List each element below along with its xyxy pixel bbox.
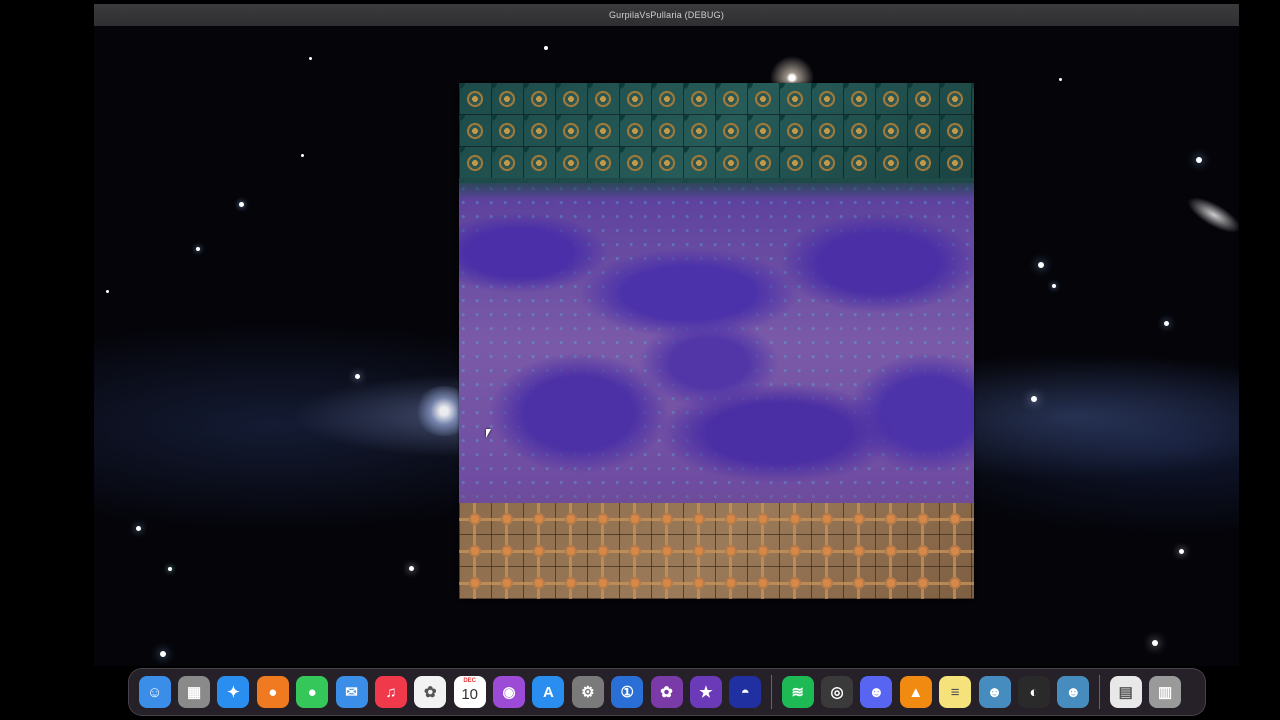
vlc-icon[interactable]: ▲	[899, 676, 932, 708]
obs-icon[interactable]: ◐	[1017, 676, 1050, 708]
star	[309, 57, 312, 60]
star	[239, 202, 244, 207]
spotify-icon[interactable]: ≋	[781, 676, 814, 708]
dock-separator	[1099, 675, 1100, 709]
trash-icon[interactable]: ▥	[1149, 676, 1182, 708]
mouse-cursor	[486, 429, 491, 438]
comet-streak	[1182, 190, 1239, 240]
star	[409, 566, 414, 571]
safari-icon[interactable]: ✦	[217, 676, 250, 708]
calendar-month: DEC	[463, 678, 477, 684]
star	[196, 247, 200, 251]
imovie-icon[interactable]: ★	[689, 676, 722, 708]
game-board[interactable]	[459, 83, 974, 599]
star	[355, 374, 360, 379]
discord-icon[interactable]: ☻	[860, 676, 893, 708]
window-title: GurpilaVsPullaria (DEBUG)	[608, 10, 725, 20]
app-store-icon[interactable]: A	[532, 676, 565, 708]
star	[106, 290, 109, 293]
flower-app-icon[interactable]: ✿	[650, 676, 683, 708]
document-icon[interactable]: ▤	[1109, 676, 1142, 708]
quicktime-icon[interactable]: ◎	[821, 676, 854, 708]
star	[168, 567, 172, 571]
window-titlebar[interactable]: GurpilaVsPullaria (DEBUG)	[94, 4, 1239, 27]
star	[1164, 321, 1169, 326]
godot-running-icon[interactable]: ☻	[1057, 676, 1090, 708]
finder-icon[interactable]: ☺	[138, 676, 171, 708]
onepassword-icon[interactable]: ①	[611, 676, 644, 708]
space-background	[94, 26, 1239, 666]
terrain-transition-top	[459, 178, 974, 200]
photos-icon[interactable]: ✿	[414, 676, 447, 708]
teal-tile-rows	[459, 83, 974, 192]
star	[544, 46, 548, 50]
star	[1179, 549, 1184, 554]
messages-icon[interactable]: ●	[296, 676, 329, 708]
calendar-icon[interactable]: DEC 10	[453, 676, 486, 708]
star	[1059, 78, 1062, 81]
star	[1052, 284, 1056, 288]
purple-terrain	[459, 183, 974, 503]
tan-tile-rows	[459, 503, 974, 599]
music-icon[interactable]: ♫	[374, 676, 407, 708]
dock-separator	[771, 675, 772, 709]
podcasts-icon[interactable]: ◉	[493, 676, 526, 708]
calendar-day: 10	[461, 686, 479, 703]
star	[1196, 157, 1202, 163]
game-app-icon[interactable]: ◓	[729, 676, 762, 708]
star	[1031, 396, 1037, 402]
star	[136, 526, 141, 531]
notes-icon[interactable]: ≡	[939, 676, 972, 708]
star	[1038, 262, 1044, 268]
game-window: GurpilaVsPullaria (DEBUG)	[94, 4, 1239, 666]
star	[160, 651, 166, 657]
godot-icon[interactable]: ☻	[978, 676, 1011, 708]
star	[1152, 640, 1158, 646]
launchpad-icon[interactable]: ▦	[178, 676, 211, 708]
system-settings-icon[interactable]: ⚙	[571, 676, 604, 708]
star	[301, 154, 304, 157]
mail-icon[interactable]: ✉	[335, 676, 368, 708]
dock: ☺ ▦ ✦ ● ● ✉ ♫ ✿ DEC 10 ◉ A ⚙ ① ✿ ★ ◓ ≋ ◎ ☻ ▲ ≡ ☻ ◐ ☻ ▤ ▥	[128, 668, 1206, 716]
firefox-icon[interactable]: ●	[256, 676, 289, 708]
